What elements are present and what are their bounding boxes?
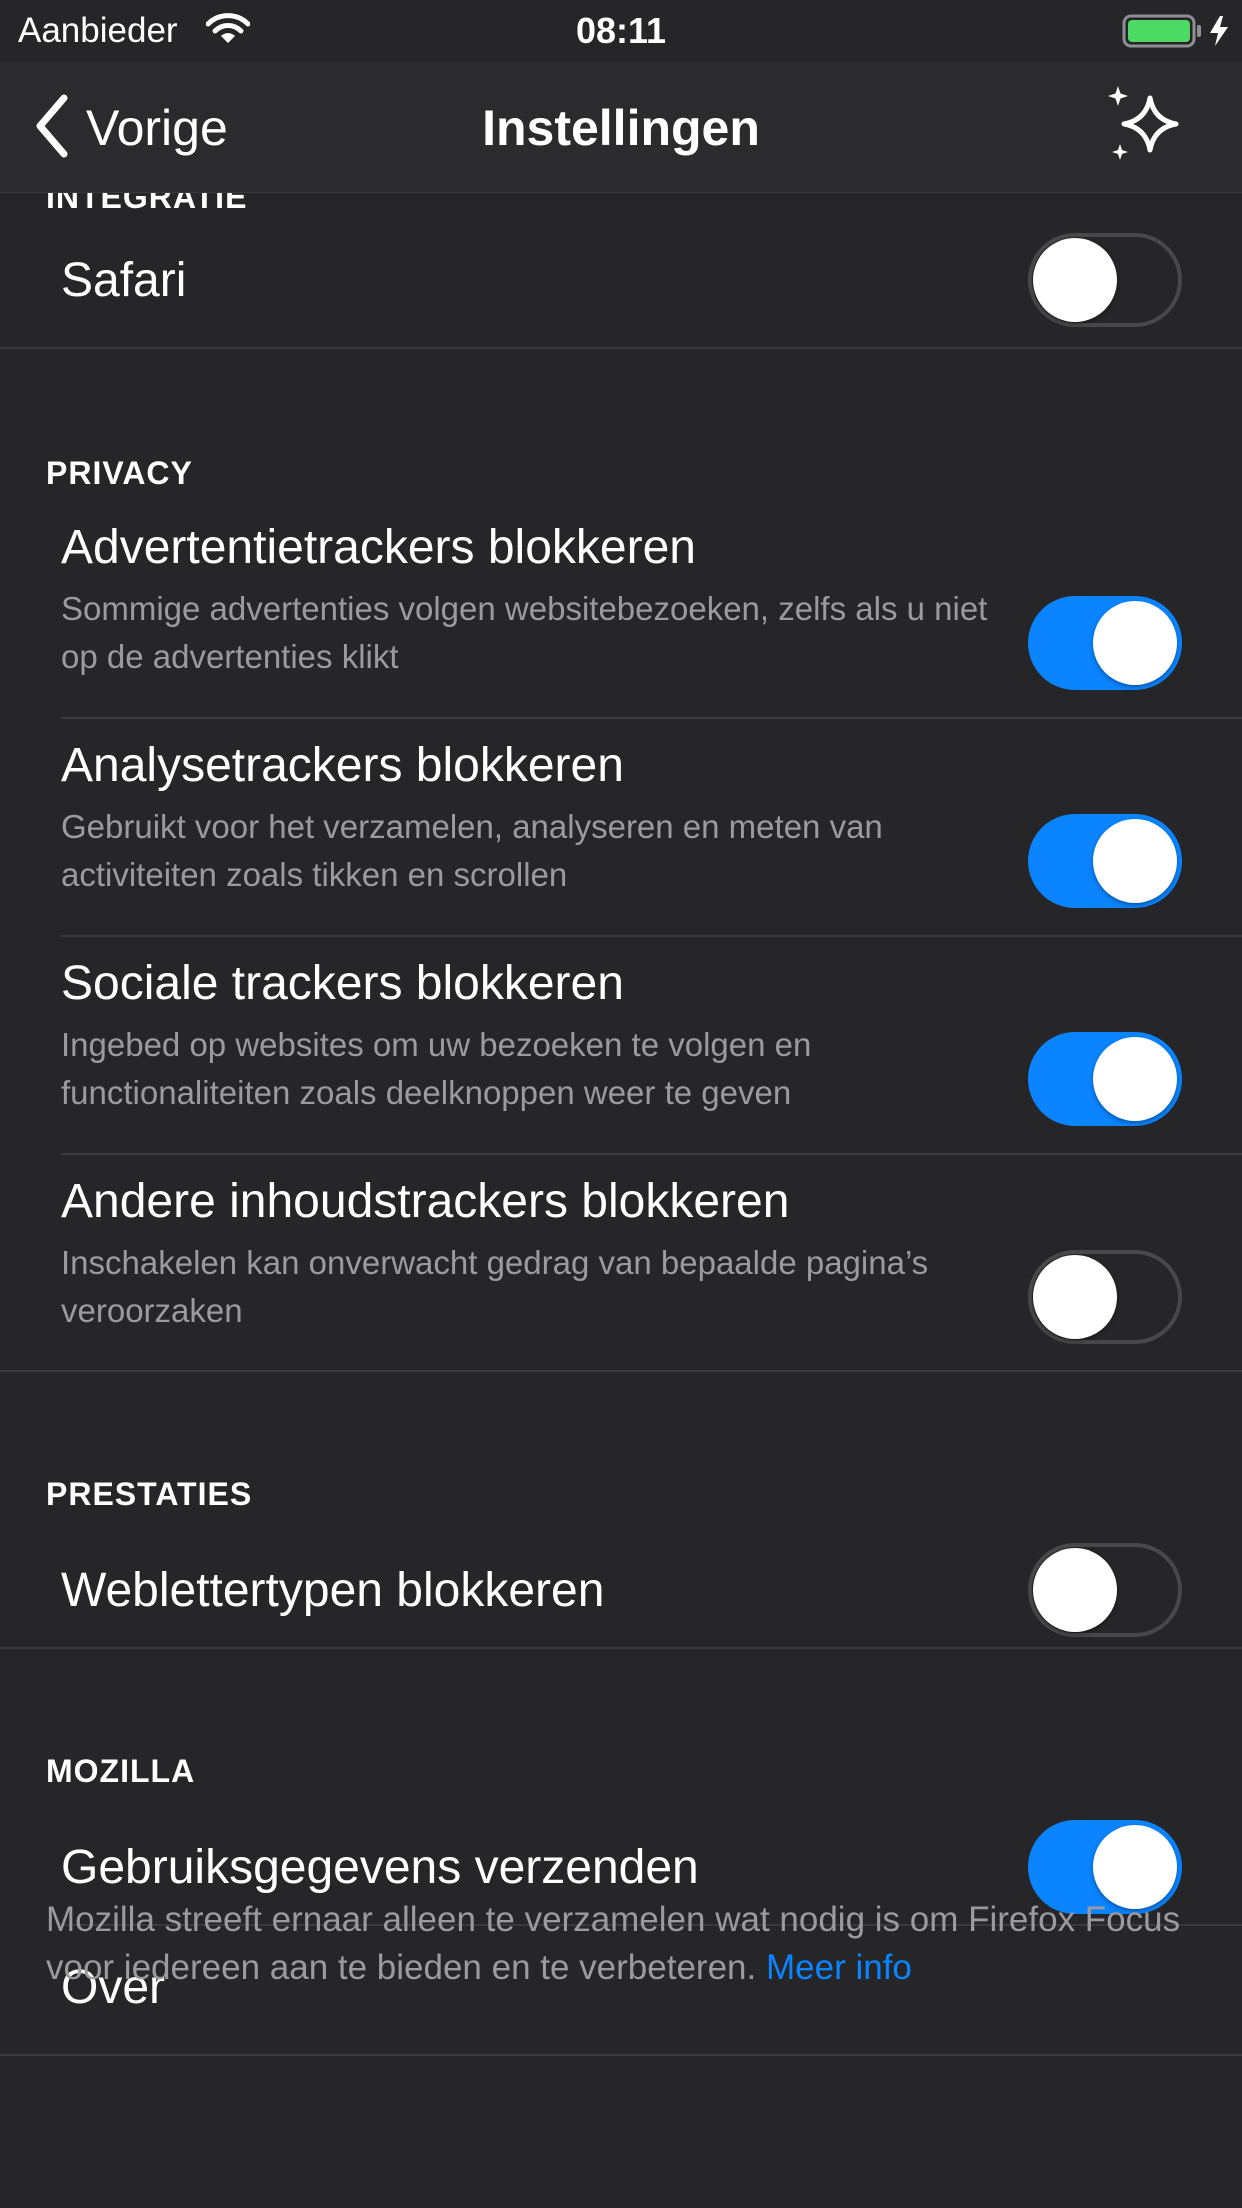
toggle-knob [1093,1037,1177,1121]
page-title: Instellingen [482,100,760,156]
content-trackers-toggle[interactable] [1028,1250,1182,1344]
row-divider [61,717,1242,719]
toggle-knob [1033,1548,1117,1632]
toggle-knob [1093,601,1177,685]
setting-row-analytics-trackers: Analysetrackers blokkeren Gebruikt voor … [0,734,1242,952]
toggle-knob [1093,819,1177,903]
section-header-mozilla: MOZILLA [46,1753,196,1789]
setting-title: Weblettertypen blokkeren [61,1564,605,1617]
row-divider [61,1153,1242,1155]
navigation-bar: Vorige Instellingen [0,62,1242,193]
setting-subtitle: Gebruikt voor het verzamelen, analyseren… [61,808,883,893]
setting-subtitle: Sommige advertenties volgen websitebezoe… [61,590,988,675]
section-divider [0,1370,1242,1372]
setting-title: Analysetrackers blokkeren [61,739,624,792]
setting-row-web-fonts: Weblettertypen blokkeren [0,1525,1242,1657]
section-divider [0,347,1242,349]
setting-title: Safari [61,254,187,307]
section-divider [0,1647,1242,1649]
setting-title: Andere inhoudstrackers blokkeren [61,1175,790,1228]
sparkle-icon[interactable] [1104,84,1186,171]
setting-row-ad-trackers: Advertentietrackers blokkeren Sommige ad… [0,516,1242,734]
footer-text: Mozilla streeft ernaar alleen te verzame… [46,1900,1181,1987]
setting-title: Advertentietrackers blokkeren [61,521,696,574]
section-header-privacy: PRIVACY [46,455,193,491]
row-divider [61,935,1242,937]
setting-title: Gebruiksgegevens verzenden [61,1841,699,1894]
setting-row-content-trackers: Andere inhoudstrackers blokkeren Inschak… [0,1170,1242,1388]
toggle-knob [1033,1255,1117,1339]
section-header-prestaties: PRESTATIES [46,1476,253,1512]
setting-row-safari: Safari [0,219,1242,347]
analytics-trackers-toggle[interactable] [1028,814,1182,908]
footer-note: Mozilla streeft ernaar alleen te verzame… [46,1896,1206,1992]
toggle-knob [1033,238,1117,322]
clock: 08:11 [575,10,667,51]
battery-icon [1122,14,1232,53]
section-divider [0,2054,1242,2056]
ad-trackers-toggle[interactable] [1028,596,1182,690]
setting-subtitle: Inschakelen kan onverwacht gedrag van be… [61,1244,929,1329]
setting-subtitle: Ingebed op websites om uw bezoeken te vo… [61,1026,812,1111]
social-trackers-toggle[interactable] [1028,1032,1182,1126]
status-bar: Aanbieder 08:11 [0,0,1242,62]
learn-more-link[interactable]: Meer info [766,1948,912,1987]
setting-row-social-trackers: Sociale trackers blokkeren Ingebed op we… [0,952,1242,1170]
section-header-integratie: INTEGRATIE [46,193,248,215]
web-fonts-toggle[interactable] [1028,1543,1182,1637]
setting-title: Sociale trackers blokkeren [61,957,624,1010]
safari-toggle[interactable] [1028,233,1182,327]
